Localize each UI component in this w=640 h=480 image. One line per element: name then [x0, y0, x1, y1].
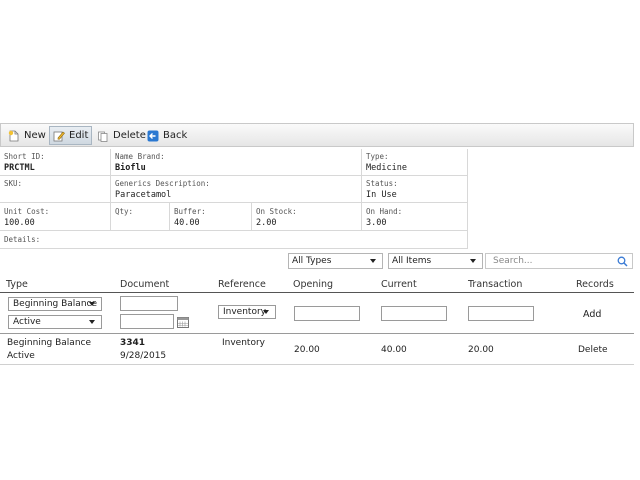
table-header: Type Document Reference Opening Current … — [0, 277, 634, 293]
on-hand-value: 3.00 — [366, 218, 387, 228]
reference-select[interactable]: Inventory — [218, 305, 276, 319]
on-stock-label: On Stock: — [256, 207, 297, 216]
row-type: Beginning Balance — [7, 338, 92, 348]
search-icon[interactable] — [617, 256, 628, 267]
col-current: Current — [381, 279, 417, 290]
status-value: In Use — [366, 190, 397, 200]
chevron-down-icon — [370, 259, 376, 263]
delete-icon — [98, 131, 108, 142]
entry-status-select[interactable]: Active — [8, 315, 102, 329]
qty-label: Qty: — [115, 207, 134, 216]
new-icon — [8, 130, 19, 141]
delete-button[interactable]: Delete — [94, 126, 149, 145]
short-id-value: PRCTML — [4, 163, 35, 173]
delete-label: Delete — [113, 130, 146, 141]
row-opening: 20.00 — [294, 345, 320, 355]
col-opening: Opening — [293, 279, 334, 290]
calendar-icon[interactable] — [177, 316, 189, 328]
chevron-down-icon — [263, 310, 269, 314]
new-label: New — [24, 130, 46, 141]
table-row: Beginning Balance Active 3341 9/28/2015 … — [0, 335, 634, 365]
row-date: 9/28/2015 — [120, 351, 167, 361]
item-filter-value: All Items — [392, 256, 432, 266]
short-id-label: Short ID: — [4, 152, 45, 161]
edit-icon — [53, 131, 65, 141]
item-filter-select[interactable]: All Items — [388, 253, 483, 269]
on-stock-value: 2.00 — [256, 218, 277, 228]
back-button[interactable]: Back — [144, 126, 190, 145]
opening-input[interactable] — [294, 306, 360, 321]
edit-button[interactable]: Edit — [49, 126, 93, 145]
type-filter-select[interactable]: All Types — [288, 253, 383, 269]
chevron-down-icon — [89, 320, 95, 324]
row-document: 3341 — [120, 338, 146, 348]
details-cell: Details: — [0, 231, 468, 249]
buffer-label: Buffer: — [174, 207, 206, 216]
on-hand-cell: On Hand: 3.00 — [362, 203, 468, 231]
brand-cell: Name Brand: Bioflu — [111, 149, 362, 176]
type-filter-value: All Types — [292, 256, 332, 266]
edit-label: Edit — [69, 130, 89, 141]
on-stock-cell: On Stock: 2.00 — [252, 203, 362, 231]
on-hand-label: On Hand: — [366, 207, 403, 216]
row-reference: Inventory — [222, 338, 265, 348]
row-delete-button[interactable]: Delete — [578, 345, 608, 355]
current-input[interactable] — [381, 306, 447, 321]
status-label: Status: — [366, 179, 398, 188]
entry-type-value: Beginning Balance — [13, 299, 98, 309]
buffer-value: 40.00 — [174, 218, 200, 228]
reference-value: Inventory — [223, 307, 266, 317]
type-cell: Type: Medicine — [362, 149, 468, 176]
new-button[interactable]: New — [5, 126, 49, 145]
unit-cost-label: Unit Cost: — [4, 207, 50, 216]
search-placeholder: Search... — [493, 256, 533, 266]
search-input[interactable]: Search... — [485, 253, 633, 269]
generic-value: Paracetamol — [115, 190, 172, 200]
row-status: Active — [7, 351, 35, 361]
col-reference: Reference — [218, 279, 266, 290]
type-value: Medicine — [366, 163, 407, 173]
col-transaction: Transaction — [468, 279, 523, 290]
chevron-down-icon — [470, 259, 476, 263]
brand-label: Name Brand: — [115, 152, 165, 161]
new-entry-row: Beginning Balance Active Inventory Add — [0, 294, 634, 334]
back-label: Back — [163, 130, 188, 141]
generic-label: Generics Description: — [115, 179, 210, 188]
chevron-down-icon — [89, 302, 95, 306]
transaction-input[interactable] — [468, 306, 534, 321]
item-details: Short ID: PRCTML Name Brand: Bioflu Type… — [0, 149, 468, 249]
col-records: Records — [576, 279, 614, 290]
back-arrow-icon — [147, 130, 159, 141]
entry-type-select[interactable]: Beginning Balance — [8, 297, 102, 311]
date-input[interactable] — [120, 314, 174, 329]
add-button[interactable]: Add — [583, 309, 601, 320]
sku-label: SKU: — [4, 179, 23, 188]
col-type: Type — [6, 279, 28, 290]
sku-cell: SKU: — [0, 176, 111, 203]
unit-cost-cell: Unit Cost: 100.00 — [0, 203, 111, 231]
document-input[interactable] — [120, 296, 178, 311]
status-cell: Status: In Use — [362, 176, 468, 203]
row-transaction: 20.00 — [468, 345, 494, 355]
unit-cost-value: 100.00 — [4, 218, 35, 228]
short-id-cell: Short ID: PRCTML — [0, 149, 111, 176]
entry-status-value: Active — [13, 317, 41, 327]
type-label: Type: — [366, 152, 389, 161]
qty-cell: Qty: — [111, 203, 170, 231]
generic-cell: Generics Description: Paracetamol — [111, 176, 362, 203]
toolbar: New Edit Delete Back — [0, 123, 634, 147]
buffer-cell: Buffer: 40.00 — [170, 203, 252, 231]
brand-value: Bioflu — [115, 163, 146, 173]
row-current: 40.00 — [381, 345, 407, 355]
details-label: Details: — [4, 235, 41, 244]
col-document: Document — [120, 279, 170, 290]
